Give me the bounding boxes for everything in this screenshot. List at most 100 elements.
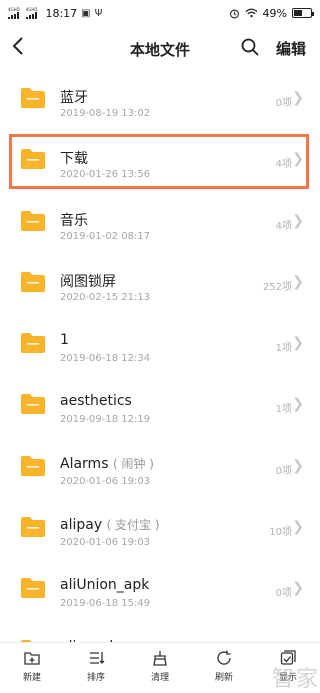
battery-percent: 49% xyxy=(262,6,287,20)
folder-icon xyxy=(21,88,45,108)
folder-icon xyxy=(21,455,45,476)
file-list: 蓝牙 2019-08-19 13:02 0项 ❯ 下载 2020-01-26 13:56 4… xyxy=(0,70,320,642)
sort-icon xyxy=(90,652,105,664)
folder-date: 2019-08-19 13:02 xyxy=(60,108,151,119)
folder-icon xyxy=(21,394,45,415)
folder-name: aliUnion_apk xyxy=(60,577,149,593)
chevron-right-icon: ❯ xyxy=(292,151,304,168)
display-button[interactable]: 显示 xyxy=(256,643,320,693)
folder-alias: ( 闹钟 ) xyxy=(112,456,154,471)
folder-date: 2020-02-15 21:13 xyxy=(60,291,151,303)
refresh-icon xyxy=(217,650,231,665)
status-bar: 4GHD 4GHD 18:17 ▣ Ψ 49% xyxy=(0,0,320,26)
sort-button[interactable]: 排序 xyxy=(64,643,128,693)
folder-item-count: 4项 xyxy=(275,159,292,171)
folder-icon xyxy=(21,333,45,354)
chevron-right-icon: ❯ xyxy=(292,212,304,229)
folder-name: 蓝牙 xyxy=(60,87,88,107)
folder-row[interactable]: aesthetics 2019-09-18 12:19 1项 ❯ xyxy=(0,376,320,437)
bottom-toolbar: 新建 排序 清理 刷新 显示 xyxy=(0,642,320,693)
folder-date: 2020-01-06 19:03 xyxy=(60,537,151,549)
folder-name-text: alipay xyxy=(60,517,103,534)
header: 本地文件 编辑 xyxy=(0,26,320,70)
back-arrow-icon xyxy=(12,37,23,55)
chevron-right-icon: ❯ xyxy=(292,90,304,106)
notification-app-icon: ▣ xyxy=(81,7,91,19)
folder-icon xyxy=(21,271,45,292)
folder-item-count: 252项 xyxy=(262,281,292,293)
display-icon xyxy=(280,650,296,665)
folder-icon xyxy=(21,210,45,231)
folder-item-count: 10项 xyxy=(269,527,292,539)
chevron-right-icon: ❯ xyxy=(292,335,304,352)
folder-name-text: Alarms xyxy=(60,455,109,472)
folder-name-text: aliUnion_apk xyxy=(60,577,150,594)
new-label: 新建 xyxy=(22,673,41,683)
folder-icon xyxy=(21,149,45,170)
folder-date: 2020-01-06 19:03 xyxy=(60,475,151,487)
chevron-right-icon: ❯ xyxy=(292,519,304,536)
folder-row[interactable]: Alarms ( 闹钟 ) 2020-01-06 19:03 0项 ❯ xyxy=(0,438,320,499)
wifi-icon xyxy=(245,8,258,18)
clean-label: 清理 xyxy=(150,673,169,683)
folder-row[interactable]: 音乐 2019-01-02 08:17 4项 ❯ xyxy=(0,193,320,254)
chevron-right-icon: ❯ xyxy=(292,580,304,597)
folder-item-count: 4项 xyxy=(275,220,292,232)
folder-name: 音乐 xyxy=(60,210,88,230)
folder-name: 阅图锁屏 xyxy=(60,271,116,291)
folder-name: Alarms ( 闹钟 ) xyxy=(60,455,154,472)
folder-name: 下载 xyxy=(60,148,88,168)
new-button[interactable]: 新建 xyxy=(0,643,64,693)
folder-row[interactable]: aliUnion_apk 2019-06-18 15:49 0项 ❯ xyxy=(0,560,320,621)
search-button[interactable] xyxy=(240,37,262,59)
folder-item-count: 0项 xyxy=(275,588,292,600)
search-icon xyxy=(241,38,259,56)
battery-icon xyxy=(292,8,314,18)
display-label: 显示 xyxy=(278,673,297,683)
folder-name-text: 下载 xyxy=(60,151,88,168)
folder-name: 1 xyxy=(60,332,69,348)
signal-2-icon: 4GHD xyxy=(25,7,37,19)
sort-label: 排序 xyxy=(86,673,105,683)
new-folder-icon xyxy=(24,652,40,665)
folder-item-count: 1项 xyxy=(275,343,292,355)
folder-row[interactable]: aliyun_log xyxy=(0,622,320,642)
chevron-right-icon: ❯ xyxy=(292,457,304,474)
folder-name-text: 蓝牙 xyxy=(60,90,88,106)
folder-row[interactable]: 蓝牙 2019-08-19 13:02 0项 ❯ xyxy=(0,70,320,131)
usb-icon: Ψ xyxy=(94,7,103,19)
page-title: 本地文件 xyxy=(129,41,190,59)
folder-name-text: aesthetics xyxy=(60,393,132,410)
folder-row[interactable]: 1 2019-06-18 12:34 1项 ❯ xyxy=(0,315,320,376)
folder-item-count: 1项 xyxy=(275,404,292,416)
folder-name-text: 阅图锁屏 xyxy=(60,273,116,290)
status-right: 49% xyxy=(229,6,314,20)
back-button[interactable] xyxy=(12,36,32,60)
folder-row[interactable]: 阅图锁屏 2020-02-15 21:13 252项 ❯ xyxy=(0,254,320,315)
alarm-icon xyxy=(229,8,239,18)
signal-1-icon: 4GHD xyxy=(8,7,20,19)
broom-icon xyxy=(153,651,167,666)
folder-row[interactable]: alipay ( 支付宝 ) 2020-01-06 19:03 10项 ❯ xyxy=(0,499,320,560)
refresh-label: 刷新 xyxy=(214,673,233,683)
folder-name-text: 音乐 xyxy=(60,212,88,229)
folder-date: 2019-06-18 12:34 xyxy=(60,353,151,365)
folder-icon xyxy=(21,517,45,538)
folder-date: 2020-01-26 13:56 xyxy=(60,169,151,181)
folder-name: aesthetics xyxy=(60,393,132,409)
status-time: 18:17 xyxy=(45,6,78,20)
refresh-button[interactable]: 刷新 xyxy=(192,643,256,693)
folder-item-count: 0项 xyxy=(275,98,292,109)
folder-name: alipay ( 支付宝 ) xyxy=(60,516,160,533)
chevron-right-icon: ❯ xyxy=(292,273,304,290)
status-left: 4GHD 4GHD 18:17 ▣ Ψ xyxy=(8,7,103,20)
folder-date: 2019-01-02 08:17 xyxy=(60,230,151,242)
clean-button[interactable]: 清理 xyxy=(128,643,192,693)
folder-alias: ( 支付宝 ) xyxy=(106,518,160,533)
folder-row[interactable]: 下载 2020-01-26 13:56 4项 ❯ xyxy=(0,131,320,192)
folder-date: 2019-09-18 12:19 xyxy=(60,414,151,426)
folder-date: 2019-06-18 15:49 xyxy=(60,598,151,610)
edit-button[interactable]: 编辑 xyxy=(276,38,306,59)
chevron-right-icon: ❯ xyxy=(292,396,304,413)
folder-name-text: 1 xyxy=(60,332,69,349)
